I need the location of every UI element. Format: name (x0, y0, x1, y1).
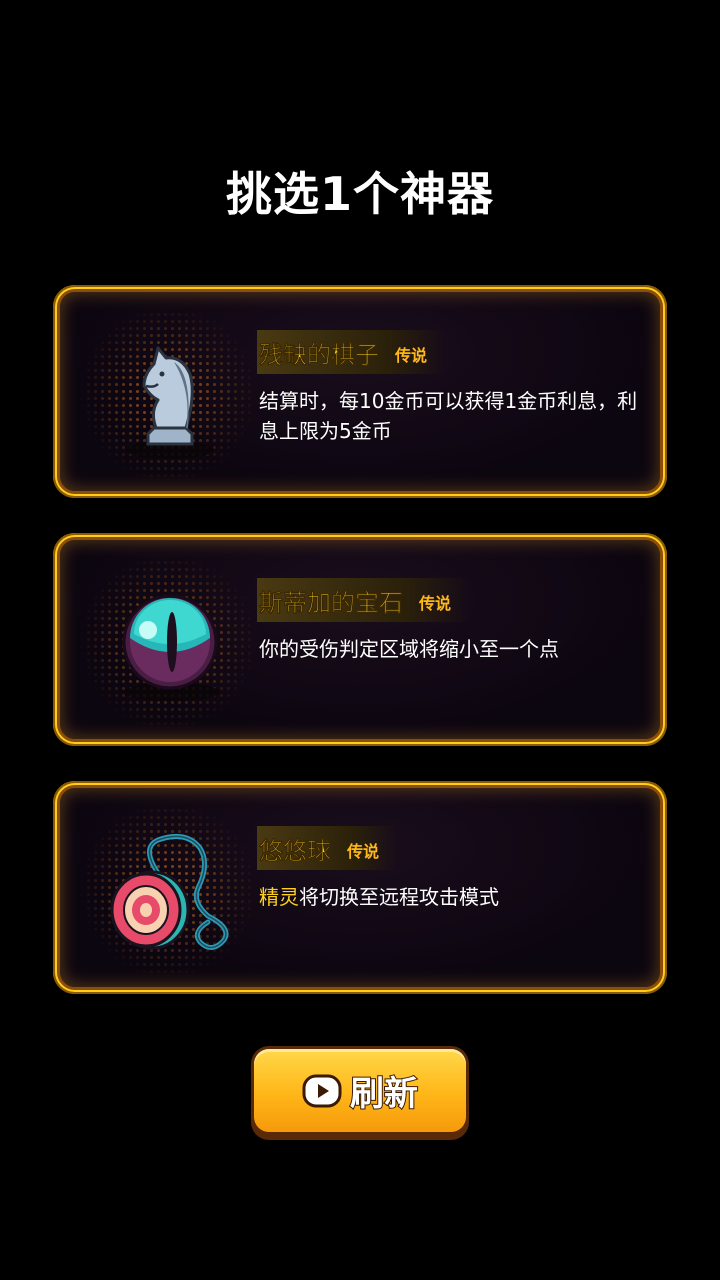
artifact-card-body: 悠悠球 传说 精灵将切换至远程攻击模式 (57, 785, 663, 990)
page-title: 挑选1个神器 (225, 167, 494, 221)
rarity-label: 传说 (419, 594, 452, 613)
gem-orb-icon (122, 594, 220, 701)
artifact-card-body: 残缺的棋子 传说 结算时，每10金币可以获得1金币利息，利息上限为5金币 (57, 289, 663, 494)
artifact-title-row: 残缺的棋子 传说 (257, 330, 446, 374)
artifact-select-screen: 挑选1个神器 残缺的棋子 传说 结算时，每10金币可以获得1金币利息，利息上限为… (0, 0, 720, 1280)
artifact-card-yoyo[interactable]: 悠悠球 传说 精灵将切换至远程攻击模式 (53, 781, 667, 994)
description-text: 你的受伤判定区域将缩小至一个点 (259, 637, 559, 661)
artifact-card-gem[interactable]: 斯蒂加的宝石 传说 你的受伤判定区域将缩小至一个点 (53, 533, 667, 746)
description-text: 将切换至远程攻击模式 (299, 885, 499, 909)
video-play-icon (302, 1074, 342, 1107)
description-text: 结算时，每10金币可以获得1金币利息，利息上限为5金币 (259, 389, 638, 443)
refresh-button[interactable]: 刷新 (251, 1046, 469, 1140)
artifact-title-row: 斯蒂加的宝石 传说 (257, 578, 470, 622)
refresh-button-face: 刷新 (254, 1049, 466, 1132)
artifact-card-chess-piece[interactable]: 残缺的棋子 传说 结算时，每10金币可以获得1金币利息，利息上限为5金币 (53, 285, 667, 498)
rarity-label: 传说 (395, 346, 428, 365)
artifact-description: 结算时，每10金币可以获得1金币利息，利息上限为5金币 (259, 386, 654, 446)
artifact-card-body: 斯蒂加的宝石 传说 你的受伤判定区域将缩小至一个点 (57, 537, 663, 742)
artifact-description: 精灵将切换至远程攻击模式 (259, 882, 654, 912)
artifact-name: 悠悠球 (259, 836, 332, 865)
artifact-description: 你的受伤判定区域将缩小至一个点 (259, 634, 654, 664)
yoyo-icon (110, 833, 229, 950)
rarity-label: 传说 (347, 842, 380, 861)
artifact-title-row: 悠悠球 传说 (257, 826, 398, 870)
refresh-label: 刷新 (349, 1073, 419, 1115)
artifact-name: 残缺的棋子 (259, 340, 380, 369)
chess-knight-icon (126, 346, 214, 459)
description-highlight: 精灵 (259, 885, 299, 909)
artifact-name: 斯蒂加的宝石 (259, 588, 404, 617)
